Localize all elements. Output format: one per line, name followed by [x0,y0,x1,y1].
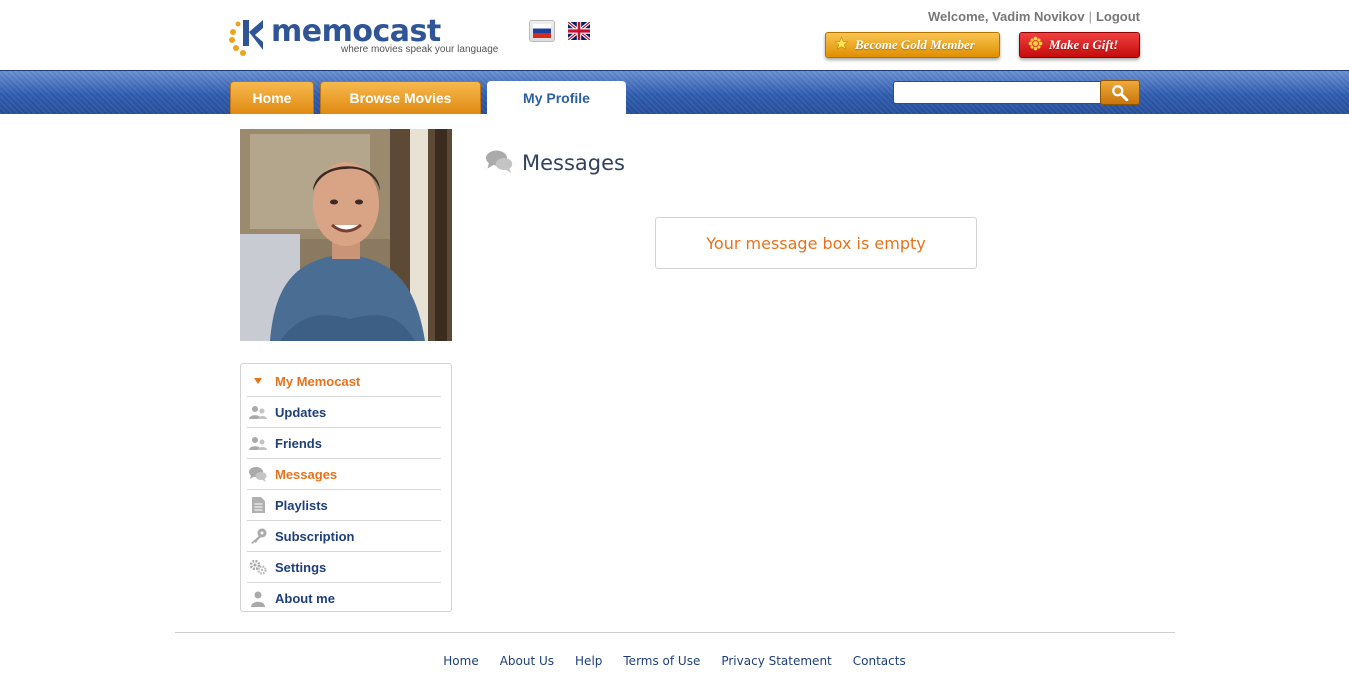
sidebar-item-label: Friends [275,435,322,451]
uk-flag-icon[interactable] [566,20,592,42]
speech-bubbles-icon [247,466,269,482]
sidebar-item-label: Subscription [275,528,355,544]
speech-bubbles-icon [486,148,513,178]
russian-flag-icon[interactable] [529,20,555,42]
triangle-down-icon [247,373,269,389]
gold-button-label: Become Gold Member [855,37,975,52]
footer-link-contacts[interactable]: Contacts [853,654,906,668]
logo-tagline: where movies speak your language [341,44,499,55]
logout-link[interactable]: Logout [1096,9,1140,24]
document-icon [247,497,269,513]
gears-icon [247,559,269,575]
profile-menu: My Memocast Updates Friends Messages Pla… [240,363,452,612]
search-input[interactable] [893,81,1102,104]
make-a-gift-button[interactable]: Make a Gift! [1019,32,1140,58]
footer-link-privacy-statement[interactable]: Privacy Statement [721,654,831,668]
footer-divider [175,632,1175,633]
sidebar-item-messages[interactable]: Messages [247,459,441,490]
gift-flower-icon [1028,36,1043,55]
footer-link-help[interactable]: Help [575,654,602,668]
welcome-text: Welcome, Vadim Novikov [928,9,1085,24]
footer-link-about-us[interactable]: About Us [500,654,554,668]
sidebar-item-label: Playlists [275,497,328,513]
search-button[interactable] [1100,80,1140,105]
empty-message-notice: Your message box is empty [655,217,977,269]
sidebar-item-subscription[interactable]: Subscription [247,521,441,552]
footer-link-terms-of-use[interactable]: Terms of Use [623,654,700,668]
people-icon [247,435,269,451]
sidebar-item-settings[interactable]: Settings [247,552,441,583]
sidebar-item-about-me[interactable]: About me [247,583,441,614]
people-icon [247,404,269,420]
sidebar-item-label: Settings [275,559,327,575]
sidebar-item-playlists[interactable]: Playlists [247,490,441,521]
tab-home[interactable]: Home [230,81,314,114]
sidebar-item-label: Updates [275,404,327,420]
messages-header: Messages [486,148,625,178]
become-gold-member-button[interactable]: Become Gold Member [825,32,1000,58]
sidebar-item-label: Messages [275,466,338,482]
tab-my-profile[interactable]: My Profile [487,81,626,114]
main-nav-bar [0,70,1349,114]
user-bar-separator: | [1088,9,1092,24]
person-icon [247,591,269,607]
sidebar-item-updates[interactable]: Updates [247,397,441,428]
star-icon [834,35,849,55]
profile-avatar [240,129,452,341]
user-bar: Welcome, Vadim Novikov | Logout [928,9,1140,24]
key-icon [247,528,269,544]
search-icon [1112,84,1129,101]
footer-links: Home About Us Help Terms of Use Privacy … [0,654,1349,668]
logo-mark-icon [229,20,263,56]
sidebar-item-label: My Memocast [275,373,361,389]
footer-link-home[interactable]: Home [443,654,478,668]
sidebar-item-friends[interactable]: Friends [247,428,441,459]
sidebar-item-label: About me [275,591,335,606]
memocast-logo[interactable]: memocast where movies speak your languag… [229,14,509,60]
sidebar-item-my-memocast[interactable]: My Memocast [247,366,441,397]
tab-browse-movies[interactable]: Browse Movies [320,81,481,114]
gift-button-label: Make a Gift! [1049,37,1119,52]
page-title: Messages [522,151,625,175]
